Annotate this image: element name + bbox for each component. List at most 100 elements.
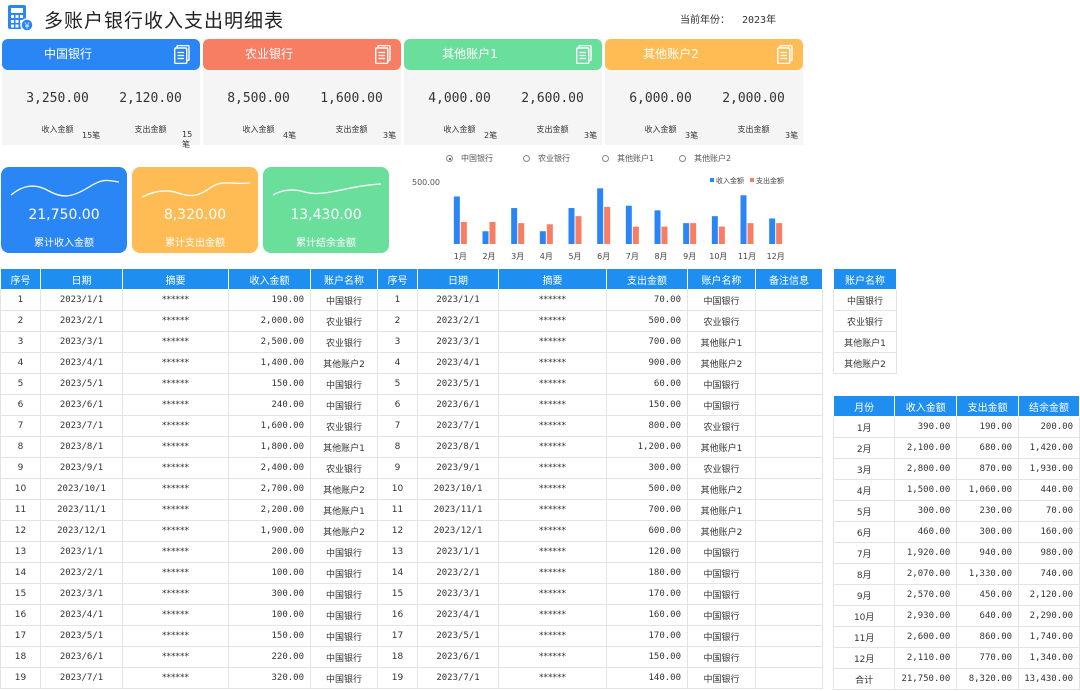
account-radio-option[interactable]: 其他账户2 [679,153,731,164]
income-amount: 3,250.00 [26,91,89,106]
table-cell: 12月 [832,647,896,669]
table-row: 4 2023/4/1 ****** 1,400.00 其他账户2 [0,352,378,374]
table-cell: 2023/9/1 [40,457,123,479]
table-cell: 农业银行 [310,457,378,479]
table-cell: 中国银行 [687,394,756,416]
income-amount: 6,000.00 [629,91,692,106]
table-cell: 10月 [832,605,896,627]
table-cell: 其他账户2 [310,520,378,542]
column-header: 账户名称 [310,268,378,290]
table-cell: 870.00 [956,458,1020,480]
list-item: 其他账户1 [833,331,897,353]
table-cell: 13 [0,541,41,563]
radio-label: 农业银行 [538,154,570,163]
table-cell: 2,600.00 [894,626,958,648]
table-cell: ****** [122,415,229,437]
table-cell: 8 [0,436,41,458]
legend-swatch [750,178,754,182]
income-count: 4笔 [283,131,297,140]
table-cell: 其他账户2 [310,352,378,374]
table-cell: ****** [122,331,229,353]
table-cell: 2,120.00 [1018,584,1080,606]
account-name: 其他账户1 [442,47,498,61]
table-cell: 2023/12/1 [40,520,123,542]
table-row: 2月 2,100.00 680.00 1,420.00 [832,437,1080,459]
table-row: 9月 2,570.00 450.00 2,120.00 [832,584,1080,606]
table-row: 9 2023/9/1 ****** 300.00 农业银行 [377,457,823,479]
table-cell: 1,600.00 [228,415,311,437]
table-cell: 300.00 [606,457,688,479]
table-cell: 2 [0,310,41,332]
table-cell: 9月 [832,584,896,606]
column-header: 收入金额 [228,268,311,290]
table-cell [755,352,823,374]
table-cell [755,436,823,458]
table-row: 14 2023/2/1 ****** 100.00 中国银行 [0,562,378,584]
table-cell: 8,320.00 [956,668,1020,690]
summary-tile: 13,430.00 累计结余金额 [263,167,389,253]
radio-button[interactable] [523,155,530,162]
bar-income [654,210,661,244]
x-tick-label: 10月 [709,252,727,261]
account-list-item: 其他账户2 [833,352,897,374]
column-header: 日期 [40,268,123,290]
table-cell: 700.00 [606,499,688,521]
table-row: 12 2023/12/1 ****** 1,900.00 其他账户2 [0,520,378,542]
account-name: 中国银行 [43,47,92,61]
account-card: 其他账户2 6,000.00 2,000.00 收入金额 支出金额 3笔 3笔 [605,39,803,145]
table-cell: 中国银行 [310,394,378,416]
table-cell: 13,430.00 [1018,668,1080,690]
table-cell: 4 [0,352,41,374]
table-cell: 2023/8/1 [40,436,123,458]
account-radio-option[interactable]: 农业银行 [523,153,570,164]
table-cell [755,625,823,647]
account-card-header[interactable]: 中国银行 [2,39,200,70]
radio-button[interactable] [679,155,686,162]
table-row: 8 2023/8/1 ****** 1,200.00 其他账户1 [377,436,823,458]
table-row: 5月 300.00 230.00 70.00 [832,500,1080,522]
account-list-item: 农业银行 [833,310,897,332]
account-radio-option[interactable]: 中国银行 [446,153,493,164]
radio-button[interactable] [602,155,609,162]
table-row: 17 2023/5/1 ****** 170.00 中国银行 [377,625,823,647]
table-row: 19 2023/7/1 ****** 320.00 中国银行 [0,667,378,689]
table-cell: 2023/1/1 [417,289,499,311]
table-cell: 170.00 [606,583,688,605]
bar-income [482,231,489,244]
table-row: 3 2023/3/1 ****** 700.00 其他账户1 [377,331,823,353]
table-cell: 2023/3/1 [417,583,499,605]
table-cell: ****** [122,373,229,395]
bar-income [597,188,604,244]
account-card-header[interactable]: 其他账户1 [404,39,602,70]
bar-income [453,196,460,244]
table-cell: 农业银行 [310,415,378,437]
table-cell: 7 [0,415,41,437]
table-cell: 17 [0,625,41,647]
table-cell: 2023/5/1 [417,625,499,647]
account-card-header[interactable]: 其他账户2 [605,39,803,70]
table-cell [755,646,823,668]
summary-value: 21,750.00 [28,207,100,223]
table-cell: 10 [0,478,41,500]
table-row: 11 2023/11/1 ****** 700.00 其他账户1 [377,499,823,521]
table-cell: 70.00 [606,289,688,311]
table-row: 5 2023/5/1 ****** 150.00 中国银行 [0,373,378,395]
wave-icon [141,182,251,198]
income-amount: 4,000.00 [428,91,491,106]
column-header: 日期 [417,268,499,290]
bar-income [683,223,690,244]
table-cell: 1,060.00 [956,479,1020,501]
table-row: 6月 460.00 300.00 160.00 [832,521,1080,543]
table-cell: 980.00 [1018,542,1080,564]
summary-label: 累计结余金额 [296,238,356,249]
table-cell: 1 [0,289,41,311]
account-radio-option[interactable]: 其他账户1 [602,153,654,164]
table-cell: 1,400.00 [228,352,311,374]
radio-button[interactable] [446,155,453,162]
table-cell: 6月 [832,521,896,543]
account-card-header[interactable]: 农业银行 [203,39,401,70]
table-cell: 190.00 [228,289,311,311]
table-row: 10月 2,930.00 640.00 2,290.00 [832,605,1080,627]
table-cell: 中国银行 [310,646,378,668]
income-count: 15笔 [82,131,101,140]
